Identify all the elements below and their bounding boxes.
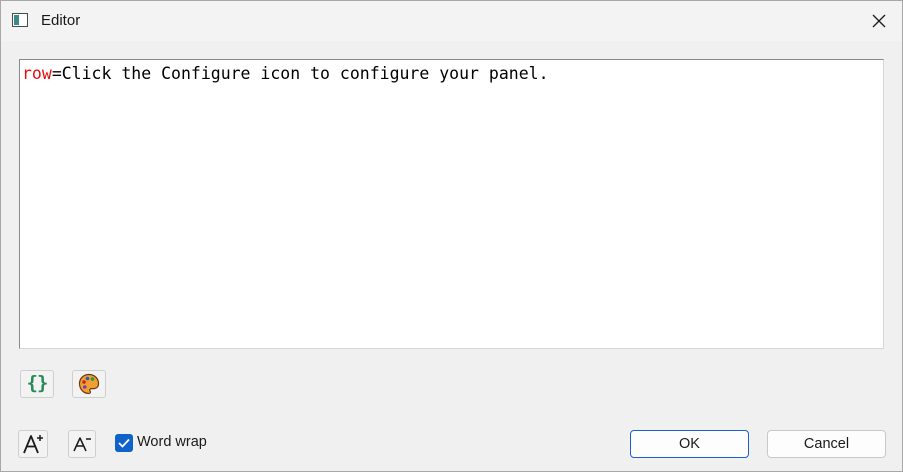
editor-text: =Click the Configure icon to configure y… — [51, 64, 549, 83]
braces-icon: {} — [26, 372, 49, 394]
code-editor[interactable]: row=Click the Configure icon to configur… — [19, 59, 884, 349]
font-increase-icon — [23, 435, 43, 454]
close-button[interactable] — [856, 1, 902, 41]
font-increase-button[interactable] — [18, 430, 48, 458]
editor-window: Editor row=Click the Configure icon to c… — [0, 0, 903, 472]
format-button[interactable]: {} — [20, 370, 54, 398]
window-title: Editor — [41, 12, 81, 29]
cancel-button[interactable]: Cancel — [767, 430, 886, 458]
ok-button[interactable]: OK — [630, 430, 749, 458]
checkmark-icon — [118, 438, 130, 448]
close-icon — [872, 14, 886, 28]
palette-button[interactable] — [72, 370, 106, 398]
word-wrap-label: Word wrap — [137, 434, 207, 450]
font-decrease-button[interactable] — [68, 430, 96, 458]
palette-icon — [78, 373, 100, 395]
font-decrease-icon — [73, 437, 91, 452]
word-wrap-checkbox[interactable] — [115, 434, 133, 452]
editor-keyword: row — [22, 64, 52, 83]
app-window-icon — [12, 12, 28, 27]
title-bar: Editor — [1, 1, 902, 41]
